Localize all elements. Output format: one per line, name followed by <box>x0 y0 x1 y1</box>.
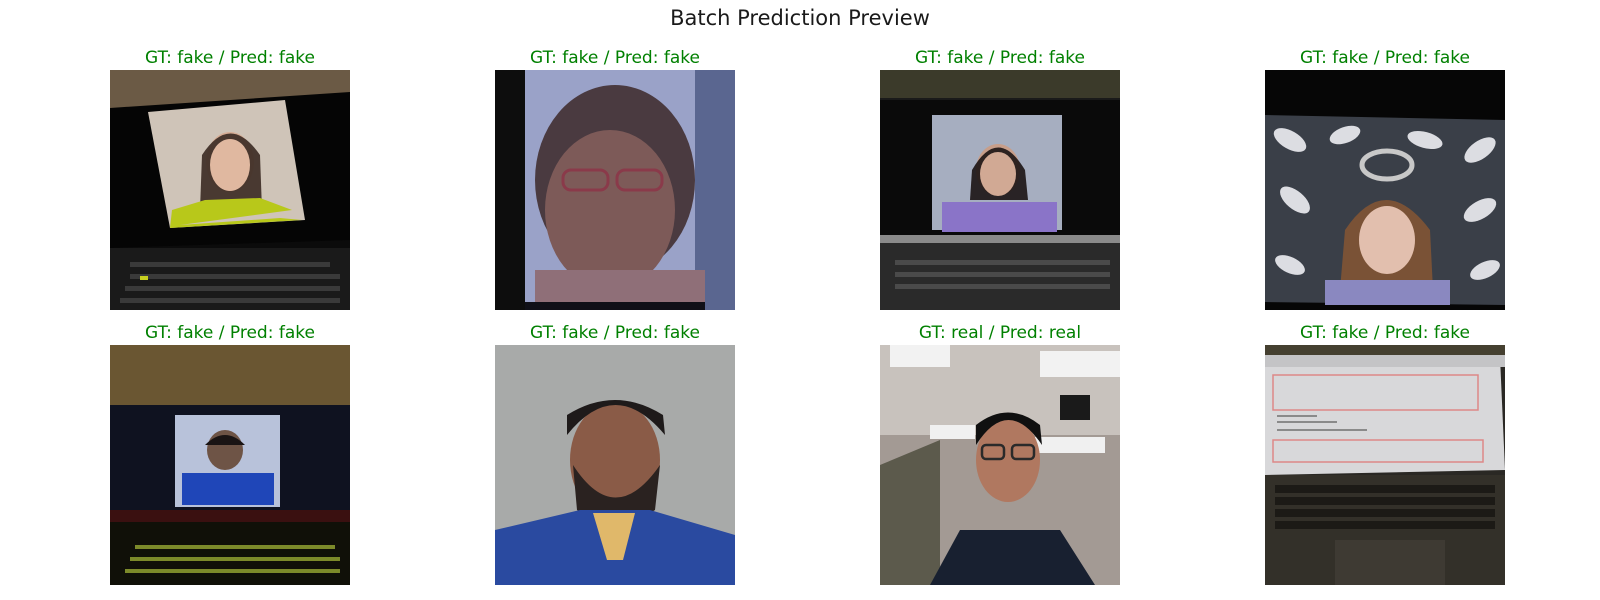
panel-4: GT: fake / Pred: fake <box>1265 48 1505 313</box>
panel-1: GT: fake / Pred: fake <box>110 48 350 313</box>
panel-image-woman-purple <box>880 70 1120 310</box>
panel-caption: GT: fake / Pred: fake <box>530 323 700 343</box>
figure-title: Batch Prediction Preview <box>670 6 930 30</box>
panel-image-man-laptop <box>110 345 350 585</box>
panel-6: GT: fake / Pred: fake <box>495 323 735 588</box>
panel-image-woman-leaves <box>1265 70 1505 310</box>
panel-image-woman-laptop <box>110 70 350 310</box>
panel-caption: GT: real / Pred: real <box>918 323 1082 343</box>
panel-7: GT: real / Pred: real <box>880 323 1120 588</box>
panel-caption: GT: fake / Pred: fake <box>1300 48 1470 68</box>
panel-image-man-office <box>880 345 1120 585</box>
panel-2: GT: fake / Pred: fake <box>495 48 735 313</box>
panel-caption: GT: fake / Pred: fake <box>1300 323 1470 343</box>
panel-8: GT: fake / Pred: fake <box>1265 323 1505 588</box>
panel-image-laptop-document <box>1265 345 1505 585</box>
panel-image-woman-glasses <box>495 70 735 310</box>
panel-caption: GT: fake / Pred: fake <box>145 48 315 68</box>
panel-3: GT: fake / Pred: fake <box>880 48 1120 313</box>
panel-caption: GT: fake / Pred: fake <box>145 323 315 343</box>
panel-caption: GT: fake / Pred: fake <box>915 48 1085 68</box>
panel-caption: GT: fake / Pred: fake <box>530 48 700 68</box>
panel-image-bearded-man <box>495 345 735 585</box>
panel-5: GT: fake / Pred: fake <box>110 323 350 588</box>
